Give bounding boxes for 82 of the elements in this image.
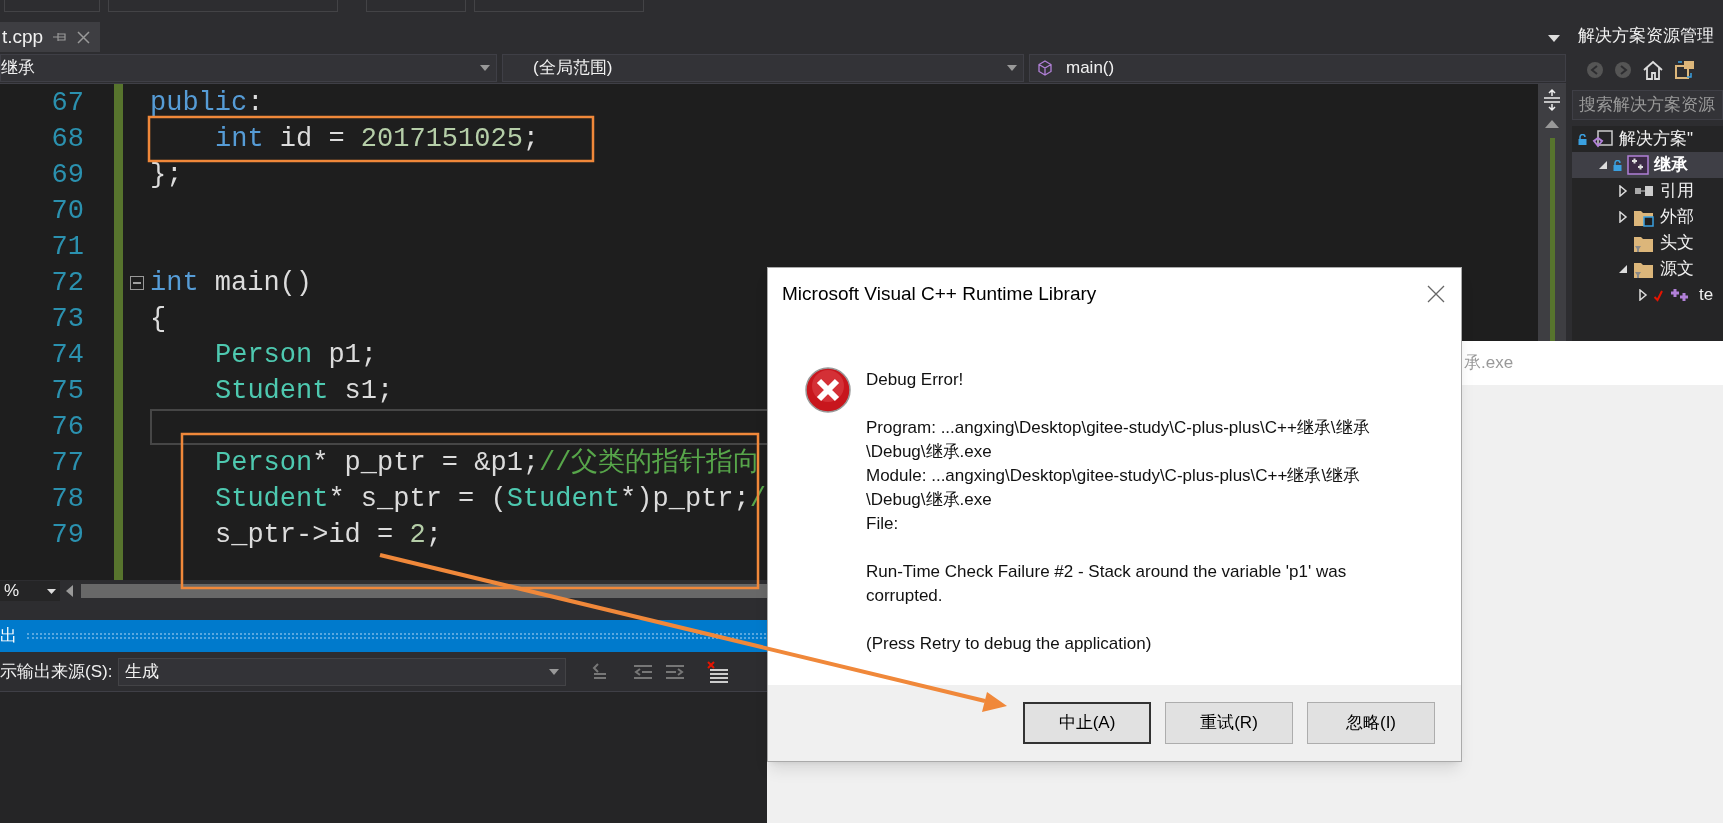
tree-item-label: 解决方案" <box>1619 128 1694 151</box>
dropdown-caret-icon <box>1007 64 1017 71</box>
code-line: int main() <box>150 269 313 297</box>
expanded-arrow-icon[interactable] <box>1618 264 1628 274</box>
window-title: Microsoft Visual C++ Runtime Library <box>782 281 1097 306</box>
search-field[interactable]: 搜索解决方案资源 <box>1572 90 1723 120</box>
line-number: 69 <box>51 161 84 189</box>
code-line: { <box>150 305 167 333</box>
line-number: 68 <box>51 125 84 153</box>
line-number: 74 <box>51 341 84 369</box>
window-title: 承.exe <box>1464 352 1514 375</box>
dialog-button[interactable]: 忽略(I) <box>1307 702 1435 744</box>
code-line: }; <box>150 161 183 189</box>
scroll-left-icon[interactable] <box>66 585 73 597</box>
pin-icon[interactable] <box>53 31 68 43</box>
code-line: int id = 2017151025; <box>215 125 540 153</box>
line-number: 77 <box>51 449 84 477</box>
lock-icon <box>1578 133 1587 145</box>
tree-item-label: 外部 <box>1660 206 1694 229</box>
tree-item-label: 源文 <box>1660 258 1694 281</box>
tree-item-label: 头文 <box>1660 232 1694 255</box>
line-number: 72 <box>51 269 84 297</box>
error-message: Debug Error! <box>866 369 965 391</box>
lock-icon <box>1613 159 1622 171</box>
zoom-dropdown[interactable]: % <box>0 581 60 601</box>
tab-list-caret-icon[interactable] <box>1548 35 1560 42</box>
member-dropdown[interactable]: main() <box>1029 53 1566 82</box>
dropdown-caret-icon <box>549 668 560 675</box>
line-number: 78 <box>51 485 84 513</box>
line-number: 79 <box>51 521 84 549</box>
dropdown-caret-icon <box>47 588 56 594</box>
error-message: Program: ...angxing\Desktop\gitee-study\C-plus-plus\C++继承\继承 \Debug\继承.exe Module: ...angxing\Desktop\gitee-study\C-plus-plus\C++继承\继承 \Debug\继承.exe File: <box>866 417 1370 535</box>
scroll-up-icon[interactable] <box>1545 120 1559 128</box>
tree-item[interactable]: 解决方案" <box>1572 126 1723 152</box>
vertical-scrollbar[interactable] <box>1538 84 1566 341</box>
error-message: (Press Retry to debug the application) <box>866 633 1153 655</box>
line-number: 67 <box>51 89 84 117</box>
line-number: 75 <box>51 377 84 405</box>
dropdown-caret-icon <box>480 64 490 71</box>
output-source-dropdown[interactable]: 生成 <box>118 657 567 686</box>
split-handle-icon[interactable] <box>1543 88 1561 112</box>
cpp-file-icon <box>1670 287 1690 303</box>
close-icon[interactable] <box>77 30 91 44</box>
home-icon[interactable] <box>1642 60 1664 80</box>
line-number: 73 <box>51 305 84 333</box>
code-line: Person p1; <box>215 341 378 369</box>
cube-icon <box>1038 59 1052 76</box>
collapse-icon[interactable] <box>129 276 144 290</box>
tree-item[interactable]: 头文 <box>1572 230 1723 256</box>
line-number: 70 <box>51 197 84 225</box>
project-dropdown[interactable]: 继承 <box>0 53 497 82</box>
tree-item-label: te <box>1699 284 1714 307</box>
error-message: Run-Time Check Failure #2 - Stack around the variable 'p1' was corrupted. <box>866 561 1348 607</box>
dialog-button[interactable]: 重试(R) <box>1165 702 1293 744</box>
close-icon[interactable] <box>1427 285 1445 303</box>
code-line: public: <box>150 89 264 117</box>
code-line: Student s1; <box>215 377 394 405</box>
code-line: s_ptr->id = 2; <box>215 521 442 549</box>
sync-windows-icon[interactable] <box>1674 60 1696 80</box>
tree-item[interactable]: 继承 <box>1572 152 1723 178</box>
project-icon <box>1627 155 1649 175</box>
clear-all-icon[interactable] <box>706 660 731 683</box>
tree-item[interactable]: 外部 <box>1572 204 1723 230</box>
solution-icon <box>1592 129 1614 149</box>
editor-tab[interactable]: t.cpp <box>0 22 101 52</box>
line-number: 76 <box>51 413 84 441</box>
tree-item[interactable]: 引用 <box>1572 178 1723 204</box>
collapsed-arrow-icon[interactable] <box>1618 211 1628 223</box>
collapsed-arrow-icon[interactable] <box>1618 185 1628 197</box>
dialog-button[interactable]: 中止(A) <box>1023 702 1151 744</box>
error-icon <box>804 366 852 414</box>
line-number: 71 <box>51 233 84 261</box>
tree-item-label: 继承 <box>1654 154 1688 177</box>
output-source-label: 示输出来源(S): <box>0 660 113 683</box>
scope-dropdown[interactable]: (全局范围) <box>502 53 1024 82</box>
check-icon <box>1653 288 1664 302</box>
code-line: Person* p_ptr = &p1;//父类的指针指向 <box>215 449 761 477</box>
tree-item-label: 引用 <box>1660 180 1694 203</box>
tree-item[interactable]: 源文 <box>1572 256 1723 282</box>
tree-item[interactable]: te <box>1572 282 1723 308</box>
expanded-arrow-icon[interactable] <box>1598 160 1608 170</box>
collapsed-arrow-icon[interactable] <box>1638 289 1648 301</box>
